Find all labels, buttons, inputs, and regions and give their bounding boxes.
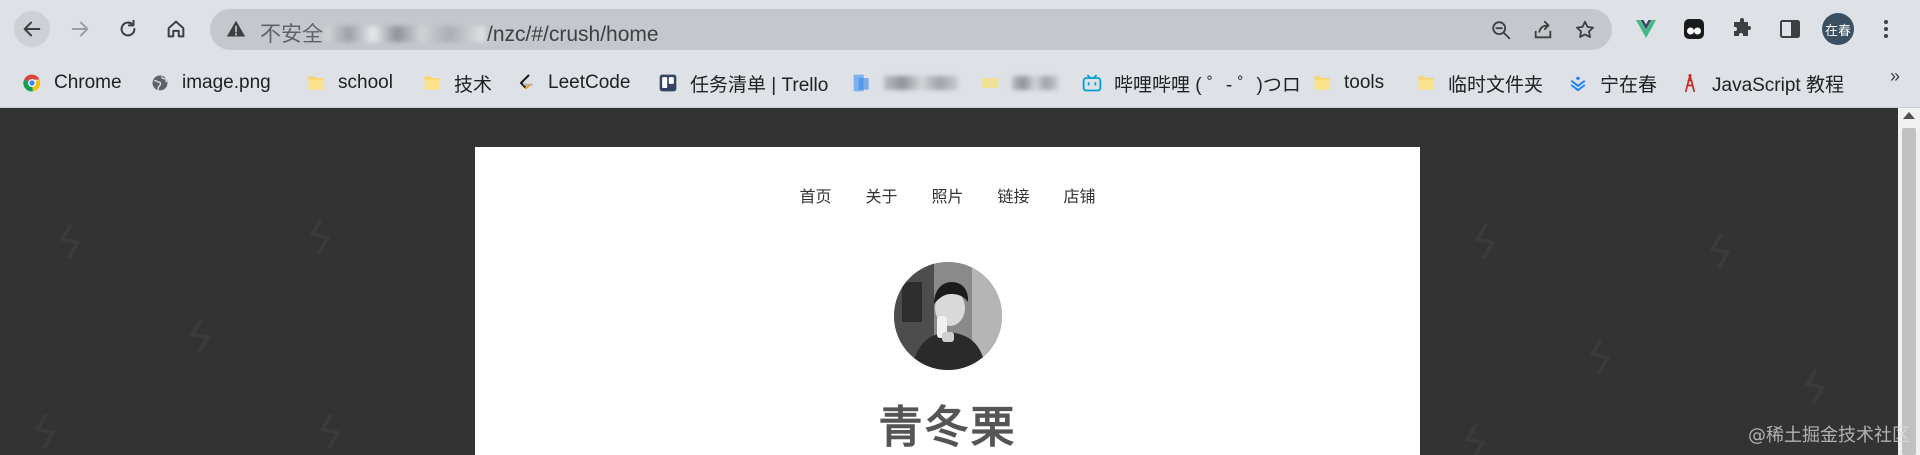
- bookmark-item[interactable]: 任务清单 | Trello: [658, 70, 828, 96]
- folder-icon: [306, 73, 326, 93]
- bookmark-folder[interactable]: 技术: [422, 70, 492, 96]
- nav-link-photos[interactable]: 照片: [931, 183, 963, 207]
- redacted-host: [325, 26, 485, 42]
- menu-button[interactable]: [1870, 13, 1902, 45]
- bookmarks-overflow-button[interactable]: »: [1890, 66, 1900, 87]
- nav-link-about[interactable]: 关于: [865, 183, 897, 207]
- scroll-thumb[interactable]: [1902, 128, 1916, 455]
- zoom-button[interactable]: [1488, 17, 1514, 43]
- forward-button[interactable]: [62, 11, 98, 47]
- kebab-menu-icon: [1884, 20, 1888, 38]
- background-pattern: ϟ: [1455, 415, 1495, 455]
- address-bar-actions: [1488, 17, 1598, 43]
- bookmark-item[interactable]: 宁在春: [1568, 70, 1657, 96]
- background-pattern: ϟ: [25, 405, 65, 455]
- bookmark-item[interactable]: JavaScript 教程: [1680, 70, 1844, 96]
- folder-icon: [422, 73, 442, 93]
- bookmark-folder[interactable]: 临时文件夹: [1416, 70, 1543, 96]
- bilibili-icon: [1082, 73, 1102, 93]
- scroll-up-arrow-icon[interactable]: [1903, 112, 1915, 119]
- share-button[interactable]: [1530, 17, 1556, 43]
- tower-icon: [1680, 73, 1700, 93]
- content-card: 首页 关于 照片 链接 店铺 青冬栗: [475, 147, 1420, 455]
- url-path: /nzc/#/crush/home: [487, 23, 659, 46]
- bookmark-label: 任务清单 | Trello: [690, 74, 829, 96]
- profile-photo[interactable]: [894, 262, 1002, 370]
- folder-icon: [1416, 73, 1436, 93]
- globe-icon: [150, 73, 170, 93]
- address-bar[interactable]: 不安全/nzc/#/crush/home: [210, 9, 1612, 50]
- bookmark-label: school: [338, 72, 393, 93]
- reload-icon: [120, 19, 136, 37]
- bookmark-label: 临时文件夹: [1448, 74, 1544, 96]
- bookmark-label: 技术: [454, 74, 493, 96]
- nav-link-home[interactable]: 首页: [799, 183, 831, 207]
- browser-toolbar: 不安全/nzc/#/crush/home 在春: [0, 0, 1920, 58]
- watermark: @稀土掘金技术社区: [1748, 425, 1910, 446]
- bookmark-label: image.png: [182, 72, 271, 93]
- reload-button[interactable]: [110, 11, 146, 47]
- background-pattern: ϟ: [50, 215, 90, 272]
- person-photo-icon: [894, 262, 1002, 370]
- background-pattern: ϟ: [180, 310, 220, 367]
- bookmarks-bar: Chrome image.png school 技术 LeetCode 任务清单…: [0, 58, 1920, 108]
- puzzle-icon: [1734, 18, 1751, 36]
- extensions-area: 在春: [1630, 11, 1902, 47]
- bookmark-folder[interactable]: school: [306, 70, 393, 96]
- bookmark-label: LeetCode: [548, 72, 631, 93]
- background-pattern: ϟ: [1580, 330, 1620, 387]
- share-icon: [1534, 20, 1552, 39]
- bookmark-item[interactable]: image.png: [150, 70, 271, 96]
- zoom-out-icon: [1492, 21, 1511, 40]
- bookmark-item-redacted[interactable]: [852, 70, 958, 96]
- background-pattern: ϟ: [1795, 360, 1835, 417]
- tampermonkey-icon: [1684, 19, 1704, 39]
- leetcode-icon: [516, 73, 536, 93]
- bookmark-star-button[interactable]: [1572, 17, 1598, 43]
- warning-icon[interactable]: [226, 19, 246, 39]
- bookmark-item[interactable]: 哔哩哔哩 ( ゜- ゜)つロ: [1082, 70, 1301, 96]
- bookmark-item-redacted[interactable]: [980, 70, 1058, 96]
- nav-link-links[interactable]: 链接: [998, 183, 1030, 207]
- tampermonkey-button[interactable]: [1678, 13, 1710, 45]
- side-panel-button[interactable]: [1774, 13, 1806, 45]
- background-pattern: ϟ: [1465, 215, 1505, 272]
- extensions-button[interactable]: [1726, 13, 1758, 45]
- redacted-bookmark-label: [1012, 76, 1058, 90]
- bookmark-label: 哔哩哔哩 ( ゜- ゜)つロ: [1114, 74, 1301, 96]
- background-pattern: ϟ: [300, 210, 340, 267]
- bookmark-label: Chrome: [54, 72, 122, 93]
- arrow-left-icon: [23, 21, 41, 37]
- bookmark-label: 宁在春: [1600, 74, 1658, 96]
- arrow-right-icon: [71, 21, 89, 37]
- bookmark-item[interactable]: LeetCode: [516, 70, 630, 96]
- folder-icon: [1312, 73, 1332, 93]
- trello-icon: [658, 73, 678, 93]
- home-button[interactable]: [158, 11, 194, 47]
- background-pattern: ϟ: [310, 405, 350, 455]
- security-label: 不安全: [260, 23, 323, 46]
- home-icon: [167, 20, 185, 38]
- bookmark-label: tools: [1344, 72, 1385, 93]
- profile-avatar[interactable]: 在春: [1822, 13, 1854, 45]
- vue-devtools-button[interactable]: [1630, 13, 1662, 45]
- star-icon: [1576, 20, 1594, 38]
- back-button[interactable]: [14, 11, 50, 47]
- juejin-icon: [1568, 73, 1588, 93]
- bookmark-item[interactable]: Chrome: [22, 70, 122, 96]
- blurred-site-icon: [852, 73, 872, 93]
- background-pattern: ϟ: [1700, 225, 1740, 282]
- bookmark-label: JavaScript 教程: [1712, 74, 1844, 96]
- blurred-site-icon: [980, 73, 1000, 93]
- address-text[interactable]: 不安全/nzc/#/crush/home: [260, 18, 659, 48]
- page-scrollbar[interactable]: [1898, 108, 1920, 455]
- site-nav: 首页 关于 照片 链接 店铺: [475, 183, 1420, 207]
- bookmark-folder[interactable]: tools: [1312, 70, 1384, 96]
- vue-icon: [1636, 20, 1656, 38]
- side-panel-icon: [1780, 20, 1800, 38]
- nav-link-shop[interactable]: 店铺: [1064, 183, 1096, 207]
- redacted-bookmark-label: [884, 76, 958, 90]
- site-title: 青冬栗: [878, 402, 1017, 453]
- chrome-icon: [22, 73, 42, 93]
